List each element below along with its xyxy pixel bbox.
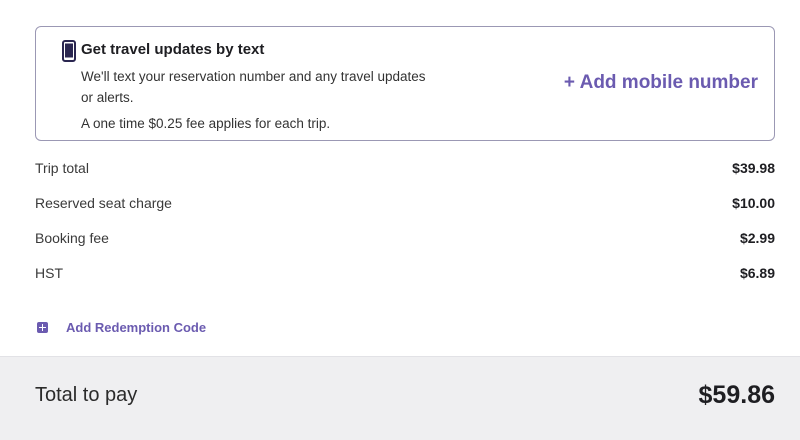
price-line-label: Reserved seat charge <box>35 194 172 211</box>
total-label: Total to pay <box>35 384 138 406</box>
add-mobile-number-button[interactable]: + Add mobile number <box>564 72 758 94</box>
price-line-label: Trip total <box>35 159 89 176</box>
price-line-amount: $39.98 <box>732 159 775 176</box>
price-line-booking-fee: Booking fee $2.99 <box>35 220 775 255</box>
total-amount: $59.86 <box>698 381 775 409</box>
payment-summary: Get travel updates by text We'll text yo… <box>0 0 800 440</box>
price-line-trip-total: Trip total $39.98 <box>35 150 775 185</box>
sms-updates-card: Get travel updates by text We'll text yo… <box>35 26 775 141</box>
plus-square-icon <box>37 321 48 333</box>
price-breakdown: Trip total $39.98 Reserved seat charge $… <box>35 150 775 290</box>
price-line-label: Booking fee <box>35 229 109 246</box>
price-line-label: HST <box>35 264 63 281</box>
price-line-hst: HST $6.89 <box>35 255 775 290</box>
price-line-amount: $10.00 <box>732 194 775 211</box>
price-line-amount: $6.89 <box>739 264 775 281</box>
price-line-reserved-seat: Reserved seat charge $10.00 <box>35 185 775 220</box>
add-redemption-code-button[interactable]: Add Redemption Code <box>37 317 206 337</box>
mobile-phone-icon <box>62 40 76 62</box>
price-line-amount: $2.99 <box>739 229 775 246</box>
sms-card-description: We'll text your reservation number and a… <box>81 69 426 105</box>
redemption-label: Add Redemption Code <box>66 319 207 335</box>
total-bar: Total to pay $59.86 <box>0 356 800 440</box>
sms-card-title: Get travel updates by text <box>81 41 265 58</box>
sms-card-fee-note: A one time $0.25 fee applies for each tr… <box>81 116 331 131</box>
